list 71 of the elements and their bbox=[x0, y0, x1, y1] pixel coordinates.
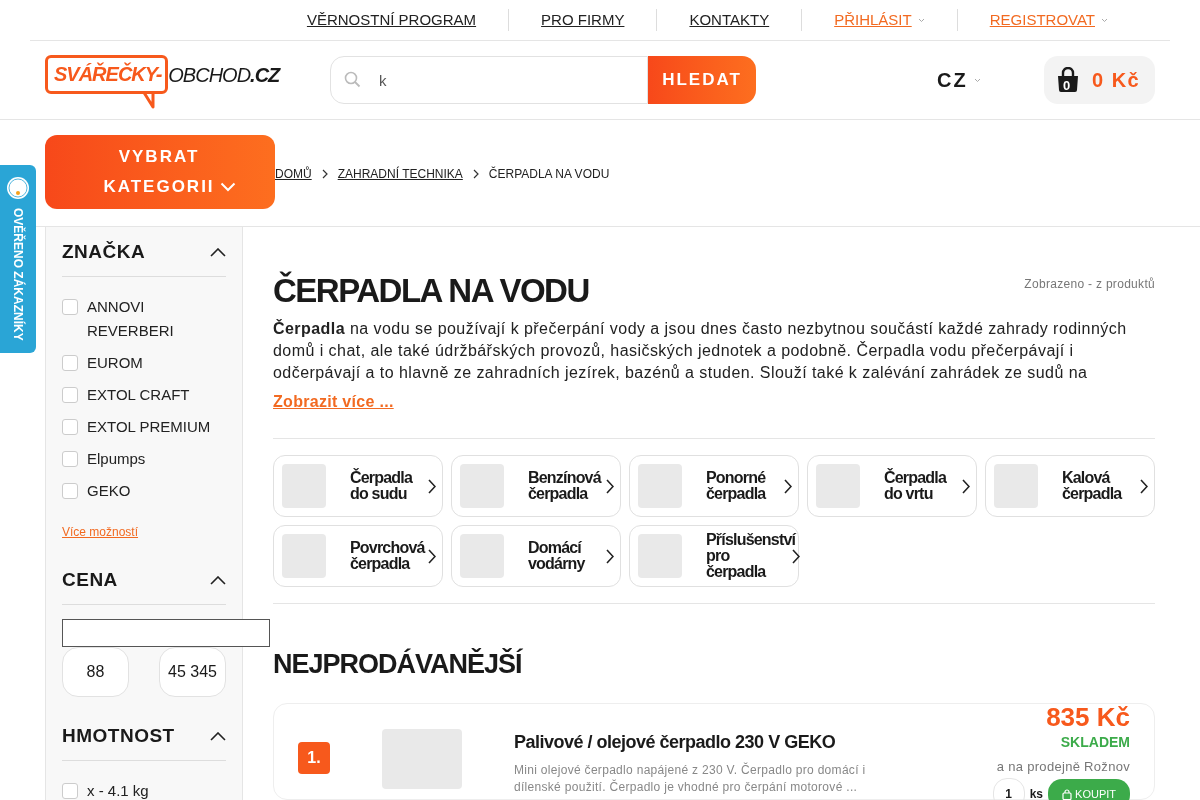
chevron-right-icon bbox=[784, 478, 792, 494]
nav-link[interactable]: KONTAKTY bbox=[689, 8, 770, 32]
chevron-up-icon[interactable] bbox=[210, 576, 226, 585]
breadcrumb-current: ČERPADLA NA VODU bbox=[488, 165, 610, 183]
filter-option[interactable]: ANNOVI REVERBERI bbox=[87, 295, 226, 343]
breadcrumb-link[interactable]: ZAHRADNÍ TECHNIKA bbox=[337, 165, 463, 183]
nav-link[interactable]: VĚRNOSTNÍ PROGRAM bbox=[306, 8, 477, 32]
search-icon bbox=[344, 71, 361, 88]
chevron-right-icon bbox=[606, 548, 614, 564]
filter-heading[interactable]: CENA bbox=[62, 566, 118, 595]
caret-icon bbox=[917, 17, 925, 23]
chevron-right-icon bbox=[606, 478, 614, 494]
breadcrumb-link[interactable]: DOMŮ bbox=[275, 165, 312, 183]
chevron-right-icon bbox=[428, 548, 436, 564]
chevron-right-icon bbox=[792, 548, 800, 564]
chevron-right-icon bbox=[472, 169, 479, 179]
site-logo[interactable]: SVÁŘEČKY- OBCHOD.CZ bbox=[45, 55, 281, 111]
price-min-field[interactable]: 88 bbox=[62, 647, 129, 697]
cart-count: 0 bbox=[1063, 77, 1071, 95]
price-max-field[interactable]: 45 345 bbox=[159, 647, 226, 697]
nav-link[interactable]: PRO FIRMY bbox=[541, 8, 625, 32]
filter-heading[interactable]: HMOTNOST bbox=[62, 722, 175, 751]
price-range-field[interactable] bbox=[62, 619, 270, 647]
filter-option[interactable]: x - 4.1 kg bbox=[87, 779, 149, 800]
category-description: Čerpadla na vodu se používají k přečerpání vody a jsou dnes často nezbytnou součástí každé zahrady rodinných domů i chat, ale také údržbářských provozů, hasičských jednotek a podobně. Čerpadla vodu přečerpávají i odčerpávají a to hlavně ze zahradních jezírek, bazénů a studen. Slouží také k zalévání zahrádek ze sudů na bbox=[273, 318, 1128, 383]
subcategory-tile[interactable]: Benzínová čerpadla bbox=[451, 455, 621, 517]
subcategory-tile[interactable]: Čerpadla do sudu bbox=[273, 455, 443, 517]
checkbox[interactable] bbox=[62, 355, 78, 371]
language-selector[interactable]: CZ bbox=[937, 65, 981, 95]
chevron-right-icon bbox=[1140, 478, 1148, 494]
section-title: NEJPRODÁVANĚJŠÍ bbox=[273, 647, 524, 681]
chevron-right-icon bbox=[321, 169, 328, 179]
quantity-field[interactable]: 1 bbox=[992, 778, 1025, 800]
chevron-right-icon bbox=[962, 478, 970, 494]
rank-badge: 1. bbox=[298, 741, 330, 774]
checkbox[interactable] bbox=[62, 387, 78, 403]
product-name[interactable]: Palivové / olejové čerpadlo 230 V GEKO bbox=[514, 728, 894, 756]
unit-label: ks bbox=[1029, 786, 1044, 800]
product-count: Zobrazeno - z produktů bbox=[1024, 276, 1155, 293]
product-price: 835 Kč bbox=[1046, 701, 1130, 732]
filter-option[interactable]: EUROM bbox=[87, 351, 143, 375]
filter-heading[interactable]: ZNAČKA bbox=[62, 238, 146, 267]
caret-icon bbox=[1101, 17, 1108, 23]
subcategory-tile[interactable]: Kalová čerpadla bbox=[985, 455, 1155, 517]
subcategory-tile[interactable]: Domácí vodárny bbox=[451, 525, 621, 587]
filter-option[interactable]: EXTOL CRAFT bbox=[87, 383, 190, 407]
search-field[interactable]: k bbox=[330, 56, 648, 104]
store-availability: a na prodejně Rožnov bbox=[996, 757, 1130, 776]
subcategory-tile[interactable]: Čerpadla do vrtu bbox=[807, 455, 977, 517]
filter-option[interactable]: Elpumps bbox=[87, 447, 146, 471]
chevron-right-icon bbox=[428, 478, 436, 494]
caret-icon bbox=[973, 77, 981, 83]
chevron-down-icon bbox=[220, 182, 236, 192]
chevron-up-icon[interactable] bbox=[210, 248, 226, 257]
chevron-up-icon[interactable] bbox=[210, 732, 226, 741]
checkbox[interactable] bbox=[62, 451, 78, 467]
seal-icon bbox=[6, 176, 30, 200]
product-description: Mini olejové čerpadlo napájené z 230 V. Čerpadlo pro domácí i dílenské použití. Čerpadlo je vhodné pro čerpání motorové ... bbox=[514, 761, 867, 796]
stock-status: SKLADEM bbox=[1060, 732, 1130, 752]
page-title: ČERPADLA NA VODU bbox=[273, 272, 589, 310]
checkbox[interactable] bbox=[62, 483, 78, 499]
subcategory-tile[interactable]: Ponorné čerpadla bbox=[629, 455, 799, 517]
checkbox[interactable] bbox=[62, 419, 78, 435]
bag-icon bbox=[1062, 788, 1073, 800]
subcategory-tile[interactable]: Příslušenství pro čerpadla bbox=[629, 525, 799, 587]
filter-option[interactable]: EXTOL PREMIUM bbox=[87, 415, 211, 439]
checkbox[interactable] bbox=[62, 783, 78, 799]
cart-button[interactable]: 0 0 Kč bbox=[1044, 56, 1155, 104]
subcategory-tile[interactable]: Povrchová čerpadla bbox=[273, 525, 443, 587]
checkbox[interactable] bbox=[62, 299, 78, 315]
filter-option[interactable]: GEKO bbox=[87, 479, 131, 503]
